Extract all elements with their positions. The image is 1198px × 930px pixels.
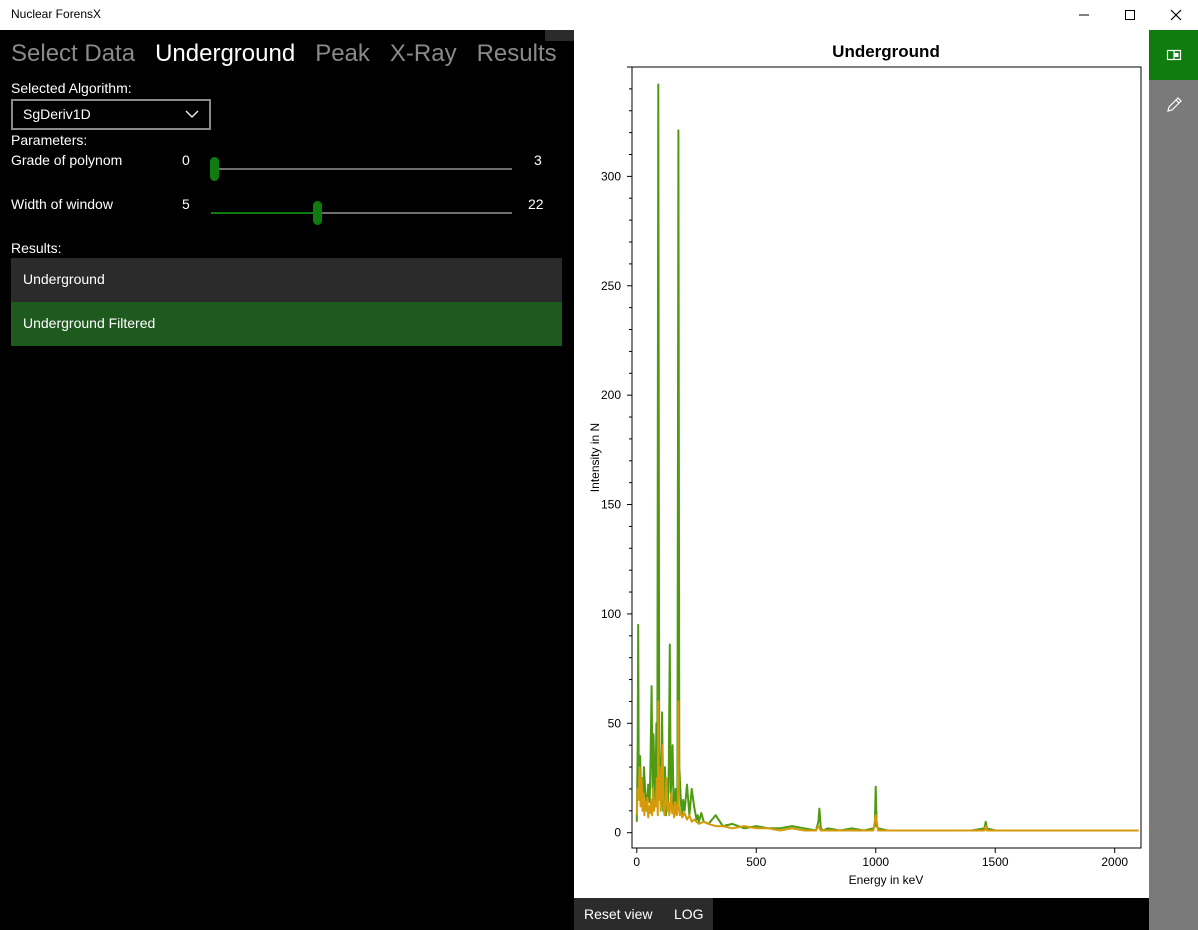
plot-frame <box>631 66 1142 849</box>
y-tick-label: 50 <box>608 716 622 730</box>
y-tick-label: 200 <box>601 388 621 402</box>
width-slider-fill <box>211 212 318 214</box>
chart-title: Underground <box>832 42 940 61</box>
split-view-icon <box>1166 49 1181 61</box>
width-min: 5 <box>182 196 190 212</box>
y-tick-label: 250 <box>601 279 621 293</box>
result-item-label: Underground Filtered <box>23 315 156 331</box>
reset-view-button[interactable]: Reset view <box>584 906 652 922</box>
grade-slider-thumb[interactable] <box>210 157 219 181</box>
pencil-icon <box>1166 97 1182 112</box>
y-tick-label: 0 <box>614 826 621 840</box>
x-tick-label: 2000 <box>1101 855 1128 869</box>
command-bar: Reset view LOG <box>574 898 713 930</box>
spectrum-chart[interactable]: Underground 0 500 1000 1500 2000 0 50 100 150 200 2… <box>574 30 1149 898</box>
maximize-button[interactable] <box>1107 0 1153 30</box>
left-panel: Select Data Underground Peak X-Ray Results S… <box>0 30 653 930</box>
width-label: Width of window <box>11 196 113 212</box>
results-label: Results: <box>11 240 62 256</box>
result-item-label: Underground <box>23 271 105 287</box>
x-tick-label: 1000 <box>862 855 889 869</box>
right-rail <box>1149 30 1198 930</box>
width-max: 22 <box>528 196 544 212</box>
algorithm-value: SgDeriv1D <box>23 106 91 122</box>
algorithm-label: Selected Algorithm: <box>11 80 132 96</box>
y-tick-label: 300 <box>601 169 621 183</box>
minimize-icon <box>1079 14 1089 16</box>
y-tick-label: 150 <box>601 498 621 512</box>
tab-peak[interactable]: Peak <box>315 40 370 68</box>
chevron-down-icon <box>185 110 199 118</box>
series-line-1 <box>635 700 1139 832</box>
log-button[interactable]: LOG <box>674 906 704 922</box>
tab-results[interactable]: Results <box>477 40 557 68</box>
parameters-label: Parameters: <box>11 132 88 148</box>
tab-underground[interactable]: Underground <box>155 40 295 68</box>
x-axis-label: Energy in keV <box>849 873 924 887</box>
series-line-0 <box>635 83 1139 832</box>
y-tick-label: 100 <box>601 607 621 621</box>
result-item-underground-filtered[interactable]: Underground Filtered <box>11 302 562 346</box>
grade-min: 0 <box>182 152 190 168</box>
close-button[interactable] <box>1153 0 1198 30</box>
grade-max: 3 <box>534 152 542 168</box>
tab-strip: Select Data Underground Peak X-Ray Results <box>11 40 577 74</box>
minimize-button[interactable] <box>1061 0 1107 30</box>
chart-panel[interactable]: Underground 0 500 1000 1500 2000 0 50 100 150 200 2… <box>574 30 1149 898</box>
width-slider-thumb[interactable] <box>313 201 322 225</box>
close-icon <box>1170 9 1182 21</box>
x-tick-label: 500 <box>746 855 766 869</box>
tab-x-ray[interactable]: X-Ray <box>390 40 457 68</box>
split-view-button[interactable] <box>1149 30 1198 80</box>
x-tick-label: 1500 <box>982 855 1009 869</box>
grade-label: Grade of polynom <box>11 152 123 168</box>
title-bar: Nuclear ForensX <box>0 0 1198 30</box>
app-title: Nuclear ForensX <box>11 7 102 21</box>
algorithm-dropdown[interactable]: SgDeriv1D <box>11 99 211 130</box>
grade-slider-track[interactable] <box>211 168 512 170</box>
tab-select-data[interactable]: Select Data <box>11 40 135 68</box>
edit-button[interactable] <box>1149 80 1198 130</box>
y-axis-label: Intensity in N <box>588 423 602 492</box>
maximize-icon <box>1125 10 1135 20</box>
x-tick-label: 0 <box>633 855 640 869</box>
result-item-underground[interactable]: Underground <box>11 258 562 302</box>
